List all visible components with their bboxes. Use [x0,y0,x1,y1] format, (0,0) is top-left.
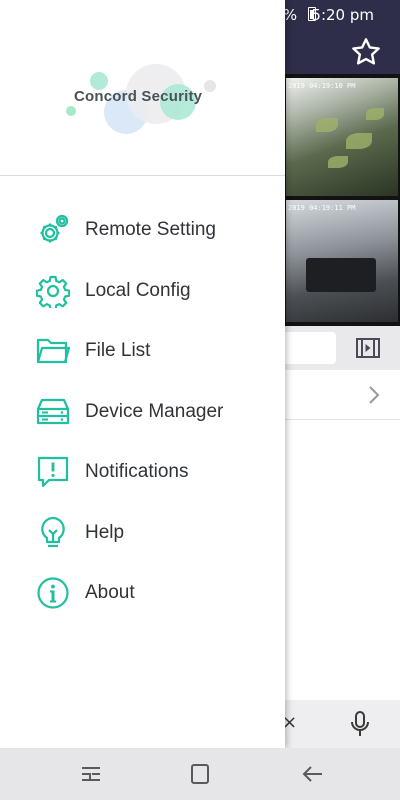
menu-item-label: File List [85,340,151,361]
recent-apps-icon[interactable] [78,762,104,786]
menu-item-local-config[interactable]: Local Config [0,261,285,322]
camera-feed-1[interactable]: 2019 04:19:10 PM [286,78,398,196]
system-nav-bar [0,748,400,800]
gears-icon [40,214,69,243]
menu-item-help[interactable]: Help [0,503,285,564]
menu-item-remote-setting[interactable]: Remote Setting [0,200,285,261]
menu-item-label: Notifications [85,461,189,482]
menu-item-about[interactable]: About [0,563,285,624]
menu-item-label: Help [85,521,125,543]
menu-item-notifications[interactable]: Notifications [0,442,285,503]
brand-logo: Concord Security [60,60,220,140]
menu-item-label: Local Config [85,279,191,301]
microphone-icon[interactable] [348,710,372,738]
menu-item-label: Remote Setting [85,219,216,240]
menu-item-label: About [85,582,135,603]
camera-timestamp: 2019 04:19:11 PM [288,204,356,212]
brand-name: Concord Security [74,88,203,105]
device-server-icon [36,398,70,424]
camera-feed-2[interactable]: 2019 04:19:11 PM [286,200,398,322]
notification-alert-icon [37,456,69,488]
back-icon[interactable] [300,762,326,786]
camera-timestamp: 2019 04:19:10 PM [288,82,356,90]
navigation-drawer: Concord Security Remote Setting Local Co… [0,0,285,748]
gear-icon [36,275,70,308]
video-playback-icon[interactable] [354,334,382,362]
folder-icon [36,338,70,364]
home-icon[interactable] [187,762,213,786]
lightbulb-icon [41,516,65,547]
drawer-menu: Remote Setting Local Config File List De… [0,200,285,624]
star-outline-icon[interactable] [350,36,382,68]
menu-item-device-manager[interactable]: Device Manager [0,382,285,443]
info-icon [37,577,69,609]
drawer-header: Concord Security [0,0,285,176]
menu-item-label: Device Manager [85,400,224,422]
menu-item-file-list[interactable]: File List [0,321,285,382]
status-bar-text: 5% 5:20 pm [273,6,374,24]
chevron-right-icon [369,386,380,404]
